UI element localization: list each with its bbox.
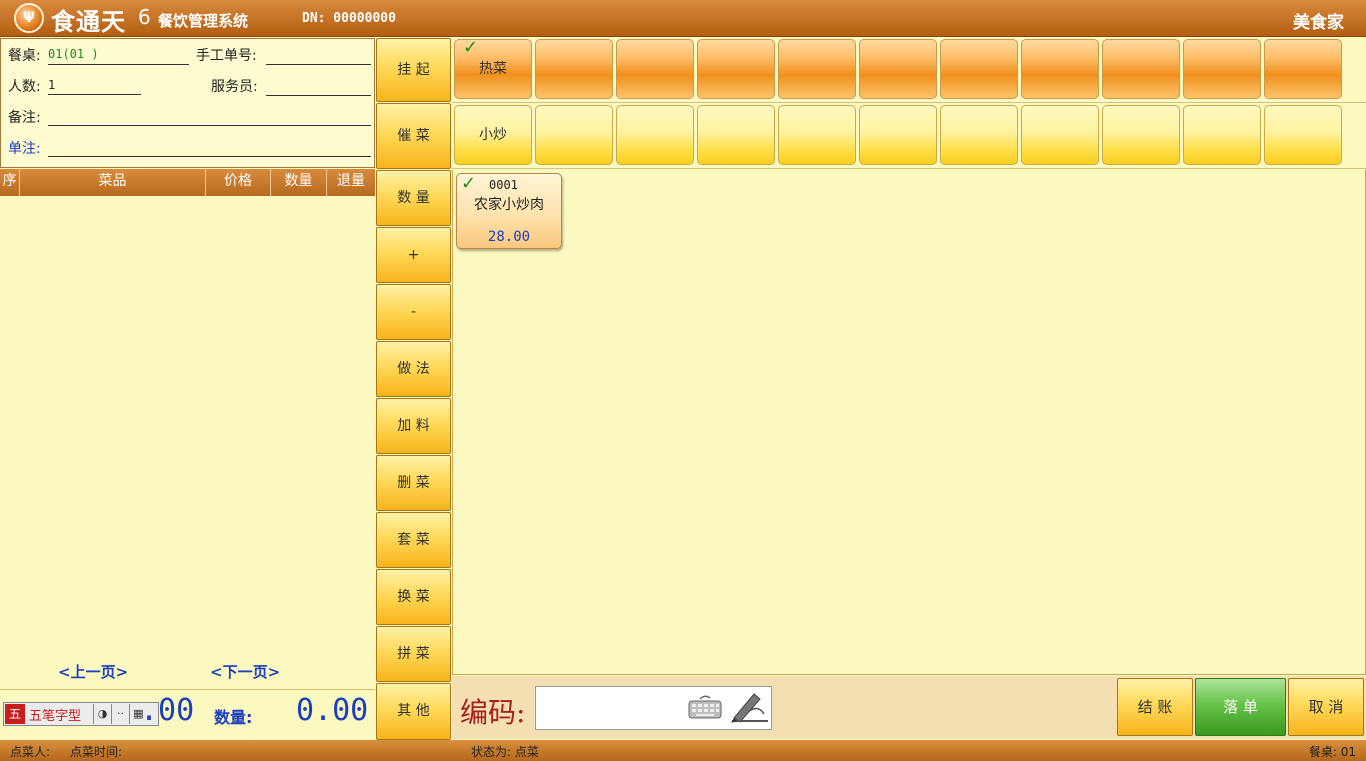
table-label: 餐桌:: [8, 48, 41, 64]
subcategory-empty[interactable]: [1102, 105, 1180, 165]
order-list-header: 序 菜品 价格 数量 退量: [0, 169, 375, 196]
cooking-method-button[interactable]: 做 法: [376, 341, 451, 397]
category-empty[interactable]: [535, 39, 613, 99]
ime-name[interactable]: 五笔字型: [29, 705, 93, 724]
hold-button[interactable]: 挂 起: [376, 38, 451, 102]
category-empty[interactable]: [778, 39, 856, 99]
category-hot-dish[interactable]: ✓ 热菜: [454, 37, 532, 99]
subcategory-label: 小炒: [479, 127, 507, 143]
subcategory-empty[interactable]: [1264, 105, 1342, 165]
ime-logo-icon[interactable]: 五: [5, 704, 25, 724]
plus-button[interactable]: +: [376, 227, 451, 283]
amount-value: .00: [140, 693, 195, 728]
moon-icon[interactable]: ◑: [93, 704, 111, 724]
dish-code: 0001: [489, 178, 518, 192]
add-ingredient-button[interactable]: 加 料: [376, 398, 451, 454]
rush-button[interactable]: 催 菜: [376, 103, 451, 169]
brand-logo: 美食家: [1293, 13, 1344, 33]
app-name: 食通天: [51, 8, 126, 36]
subcategory-empty[interactable]: [940, 105, 1018, 165]
subcategory-stir-fry[interactable]: 小炒: [454, 105, 532, 165]
waiter-label: 服务员:: [211, 79, 258, 95]
category-row-sub: 小炒: [452, 103, 1366, 169]
check-icon: ✓: [461, 173, 477, 194]
dn-number: DN: 00000000: [302, 11, 396, 26]
prev-page-button[interactable]: <上一页>: [58, 661, 128, 682]
qty-total-label: 数量:: [214, 708, 253, 727]
keyboard-icon[interactable]: [688, 694, 722, 720]
category-empty[interactable]: [940, 39, 1018, 99]
combine-dish-button[interactable]: 拼 菜: [376, 626, 451, 682]
subcategory-empty[interactable]: [859, 105, 937, 165]
category-empty[interactable]: [1183, 39, 1261, 99]
category-label: 热菜: [479, 61, 507, 77]
category-empty[interactable]: [697, 39, 775, 99]
status-table: 餐桌: 01: [1308, 745, 1356, 759]
action-column: 挂 起 催 菜 数 量 + - 做 法 加 料 删 菜 套 菜 换 菜 拼 菜 …: [376, 38, 451, 741]
col-dish: 菜品: [20, 169, 206, 196]
category-empty[interactable]: [616, 39, 694, 99]
title-bar: Ψ 食通天 6 餐饮管理系统 DN: 00000000 美食家: [0, 0, 1366, 37]
subcategory-empty[interactable]: [778, 105, 856, 165]
status-order-time: 点菜时间:: [70, 745, 123, 759]
col-seq: 序: [0, 169, 20, 196]
order-info-panel: 餐桌: 01(01 ) 手工单号: 人数: 1 服务员: 备注: 单注:: [0, 38, 375, 168]
dish-name: 农家小炒肉: [474, 197, 544, 213]
table-field-line[interactable]: [48, 64, 189, 65]
order-note-label: 单注:: [8, 141, 41, 157]
app-logo-icon: Ψ: [14, 3, 44, 33]
handwriting-pen-icon[interactable]: [728, 690, 770, 724]
other-button[interactable]: 其 他: [376, 683, 451, 740]
ime-toolbar[interactable]: 五 五笔字型 ◑ ·· ▦: [3, 702, 159, 726]
submit-order-button[interactable]: 落 单: [1195, 678, 1286, 736]
swap-dish-button[interactable]: 换 菜: [376, 569, 451, 625]
punctuation-icon[interactable]: ··: [111, 704, 129, 724]
category-row-main: ✓ 热菜: [452, 37, 1366, 103]
remark-label: 备注:: [8, 110, 41, 126]
app-version: 6: [138, 5, 151, 29]
category-empty[interactable]: [1102, 39, 1180, 99]
col-price: 价格: [206, 169, 271, 196]
subcategory-empty[interactable]: [535, 105, 613, 165]
category-empty[interactable]: [1021, 39, 1099, 99]
subcategory-empty[interactable]: [697, 105, 775, 165]
col-qty: 数量: [271, 169, 327, 196]
guests-value: 1: [48, 78, 56, 92]
quantity-button[interactable]: 数 量: [376, 170, 451, 226]
divider: [0, 689, 375, 690]
order-note-field[interactable]: [48, 156, 371, 157]
subcategory-empty[interactable]: [1183, 105, 1261, 165]
dish-price: 28.00: [487, 229, 531, 245]
set-meal-button[interactable]: 套 菜: [376, 512, 451, 568]
code-entry-bar: 编码: 结 账 落 单 取 消: [452, 676, 1366, 739]
waiter-field[interactable]: [266, 95, 371, 96]
status-bar: 点菜人: 点菜时间: 状态为: 点菜 餐桌: 01: [0, 740, 1366, 761]
delete-dish-button[interactable]: 删 菜: [376, 455, 451, 511]
status-state: 状态为: 点菜: [471, 745, 539, 759]
code-label: 编码:: [460, 696, 526, 729]
checkout-button[interactable]: 结 账: [1117, 678, 1193, 736]
subcategory-empty[interactable]: [616, 105, 694, 165]
subcategory-empty[interactable]: [1021, 105, 1099, 165]
manual-no-label: 手工单号:: [196, 48, 257, 64]
table-value: 01(01 ): [48, 47, 99, 61]
dish-grid: ✓ 0001 农家小炒肉 28.00: [452, 170, 1366, 675]
next-page-button[interactable]: <下一页>: [210, 661, 280, 682]
check-icon: ✓: [463, 37, 479, 58]
minus-button[interactable]: -: [376, 284, 451, 340]
manual-no-field[interactable]: [266, 64, 371, 65]
remark-field[interactable]: [48, 125, 371, 126]
status-orderer: 点菜人:: [10, 745, 51, 759]
cancel-button[interactable]: 取 消: [1288, 678, 1364, 736]
app-subtitle: 餐饮管理系统: [158, 12, 249, 30]
qty-total-value: 0.00: [296, 693, 369, 728]
category-empty[interactable]: [1264, 39, 1342, 99]
dish-card[interactable]: ✓ 0001 农家小炒肉 28.00: [456, 173, 562, 249]
order-list[interactable]: [0, 196, 375, 686]
guests-field[interactable]: [48, 94, 141, 95]
guests-label: 人数:: [8, 79, 41, 95]
category-empty[interactable]: [859, 39, 937, 99]
col-return: 退量: [337, 173, 365, 189]
